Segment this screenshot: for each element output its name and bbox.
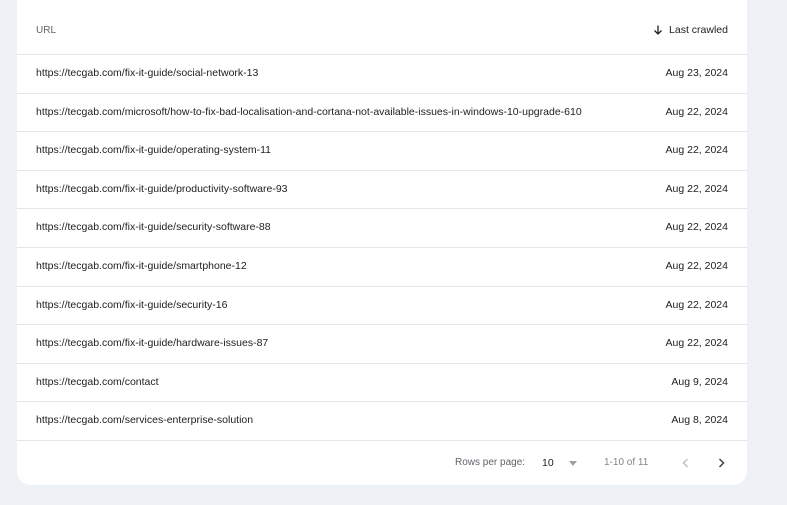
- last-crawled-cell: Aug 22, 2024: [665, 337, 728, 350]
- url-cell[interactable]: https://tecgab.com/microsoft/how-to-fix-…: [36, 106, 582, 118]
- rows-per-page-label: Rows per page:: [455, 457, 526, 468]
- last-crawled-cell: Aug 22, 2024: [665, 221, 728, 234]
- crawled-pages-table-card: URL Last crawled https://tecgab.com/fix-…: [17, 0, 747, 485]
- url-cell[interactable]: https://tecgab.com/fix-it-guide/producti…: [36, 183, 288, 195]
- chevron-right-icon: [718, 458, 725, 468]
- previous-page-button[interactable]: [675, 452, 697, 474]
- url-cell[interactable]: https://tecgab.com/fix-it-guide/hardware…: [36, 337, 268, 349]
- table-row[interactable]: https://tecgab.com/services-enterprise-s…: [17, 402, 747, 441]
- rows-per-page-value: 10: [542, 457, 554, 469]
- next-page-button[interactable]: [710, 452, 732, 474]
- table-row[interactable]: https://tecgab.com/fix-it-guide/producti…: [17, 171, 747, 210]
- last-crawled-cell: Aug 22, 2024: [665, 259, 728, 272]
- table-row[interactable]: https://tecgab.com/fix-it-guide/social-n…: [17, 55, 747, 94]
- rows-per-page-select[interactable]: 10: [542, 455, 577, 471]
- table-row[interactable]: https://tecgab.com/fix-it-guide/hardware…: [17, 325, 747, 364]
- pagination-range: 1-10 of 11: [604, 457, 649, 468]
- table-row[interactable]: https://tecgab.com/microsoft/how-to-fix-…: [17, 94, 747, 133]
- last-crawled-column-header[interactable]: Last crawled: [652, 24, 728, 36]
- table-header: URL Last crawled: [17, 0, 747, 55]
- url-cell[interactable]: https://tecgab.com/fix-it-guide/security…: [36, 221, 271, 233]
- table-row[interactable]: https://tecgab.com/fix-it-guide/security…: [17, 209, 747, 248]
- url-cell[interactable]: https://tecgab.com/fix-it-guide/social-n…: [36, 67, 258, 79]
- url-cell[interactable]: https://tecgab.com/fix-it-guide/security…: [36, 299, 227, 311]
- last-crawled-cell: Aug 23, 2024: [665, 67, 728, 79]
- table-row[interactable]: https://tecgab.com/contact Aug 9, 2024: [17, 364, 747, 403]
- url-cell[interactable]: https://tecgab.com/fix-it-guide/smartpho…: [36, 260, 247, 272]
- last-crawled-label: Last crawled: [669, 24, 728, 36]
- url-column-header[interactable]: URL: [36, 25, 56, 36]
- dropdown-caret-icon: [568, 460, 577, 466]
- last-crawled-cell: Aug 22, 2024: [665, 144, 728, 157]
- table-row[interactable]: https://tecgab.com/fix-it-guide/operatin…: [17, 132, 747, 171]
- last-crawled-cell: Aug 8, 2024: [671, 414, 728, 427]
- last-crawled-cell: Aug 22, 2024: [665, 105, 728, 118]
- url-cell[interactable]: https://tecgab.com/fix-it-guide/operatin…: [36, 144, 271, 156]
- last-crawled-cell: Aug 9, 2024: [671, 375, 728, 388]
- pagination-footer: Rows per page: 10 1-10 of 11: [17, 441, 747, 485]
- last-crawled-cell: Aug 22, 2024: [665, 298, 728, 311]
- table-body: https://tecgab.com/fix-it-guide/social-n…: [17, 55, 747, 441]
- url-cell[interactable]: https://tecgab.com/contact: [36, 376, 159, 388]
- url-cell[interactable]: https://tecgab.com/services-enterprise-s…: [36, 414, 253, 426]
- chevron-left-icon: [682, 458, 689, 468]
- table-row[interactable]: https://tecgab.com/fix-it-guide/smartpho…: [17, 248, 747, 287]
- arrow-down-icon: [652, 24, 664, 36]
- table-row[interactable]: https://tecgab.com/fix-it-guide/security…: [17, 287, 747, 326]
- last-crawled-cell: Aug 22, 2024: [665, 182, 728, 195]
